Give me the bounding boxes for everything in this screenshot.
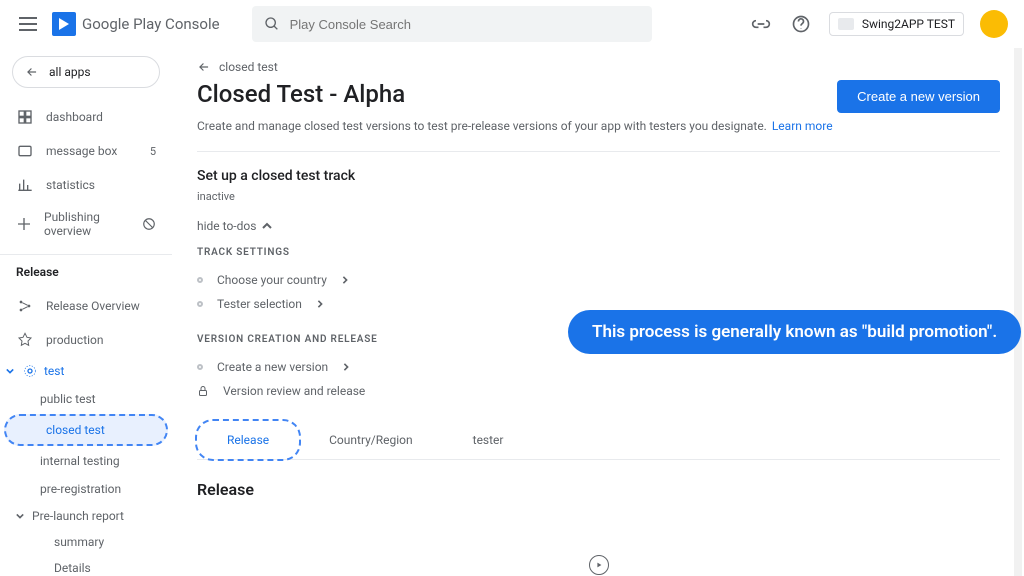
sidebar-item-public-test[interactable]: public test bbox=[0, 385, 172, 413]
app-header: Google Play Console Swing2APP TEST bbox=[0, 0, 1024, 48]
inbox-icon bbox=[16, 142, 34, 160]
create-version-button[interactable]: Create a new version bbox=[837, 80, 1000, 113]
arrow-left-icon bbox=[197, 60, 211, 74]
avatar[interactable] bbox=[980, 10, 1008, 38]
todo-label: Tester selection bbox=[217, 297, 302, 311]
dashboard-icon bbox=[16, 108, 34, 126]
sidebar: all apps dashboard message box 5 statist… bbox=[0, 48, 172, 576]
sidebar-item-label: Release Overview bbox=[46, 299, 140, 313]
todo-label: Version review and release bbox=[223, 384, 365, 398]
sidebar-item-statistics[interactable]: statistics bbox=[0, 168, 172, 202]
sidebar-item-internal-testing[interactable]: internal testing bbox=[0, 447, 172, 475]
overview-icon bbox=[16, 297, 34, 315]
tabs: Release Country/Region tester bbox=[197, 421, 1000, 460]
product-logo[interactable]: Google Play Console bbox=[52, 12, 220, 36]
todo-review-release: Version review and release bbox=[197, 379, 1000, 403]
header-actions: Swing2APP TEST bbox=[749, 10, 1008, 38]
link-icon[interactable] bbox=[749, 12, 773, 36]
user-name: Swing2APP TEST bbox=[862, 17, 955, 31]
search-bar[interactable] bbox=[252, 6, 652, 42]
message-count-badge: 5 bbox=[150, 145, 156, 158]
tab-tester[interactable]: tester bbox=[443, 421, 534, 459]
chevron-right-icon bbox=[341, 276, 349, 284]
breadcrumb[interactable]: closed test bbox=[197, 60, 1000, 74]
lock-icon bbox=[197, 384, 209, 398]
release-section-header: Release bbox=[0, 254, 172, 289]
sidebar-item-message-box[interactable]: message box 5 bbox=[0, 134, 172, 168]
tab-country[interactable]: Country/Region bbox=[299, 421, 443, 459]
sidebar-item-test[interactable]: test bbox=[0, 357, 172, 385]
main-content: closed test Closed Test - Alpha Create a… bbox=[172, 48, 1024, 576]
chevron-down-icon bbox=[6, 367, 16, 375]
sidebar-item-pre-registration[interactable]: pre-registration bbox=[0, 475, 172, 503]
flask-icon bbox=[22, 363, 38, 379]
circle-icon bbox=[197, 301, 203, 307]
sidebar-item-production[interactable]: production bbox=[0, 323, 172, 357]
sidebar-item-label: statistics bbox=[46, 178, 95, 192]
page-title: Closed Test - Alpha bbox=[197, 80, 405, 108]
user-badge[interactable]: Swing2APP TEST bbox=[829, 12, 964, 36]
all-apps-button[interactable]: all apps bbox=[12, 56, 160, 88]
sidebar-item-label: Publishing overview bbox=[44, 210, 130, 238]
play-console-icon bbox=[52, 12, 76, 36]
sidebar-item-label: message box bbox=[46, 144, 117, 158]
todos-toggle[interactable]: hide to-dos bbox=[197, 219, 1000, 233]
track-status: inactive bbox=[197, 190, 1000, 203]
tab-release[interactable]: Release bbox=[197, 421, 299, 459]
callout-bubble: This process is generally known as "buil… bbox=[568, 310, 1021, 354]
play-circle-icon bbox=[589, 555, 609, 575]
release-heading: Release bbox=[197, 480, 1000, 499]
sidebar-item-label: production bbox=[46, 333, 104, 347]
arrow-left-icon bbox=[25, 65, 39, 79]
scrollbar[interactable] bbox=[1014, 48, 1022, 576]
production-icon bbox=[16, 331, 34, 349]
setup-title: Set up a closed test track bbox=[197, 168, 1000, 184]
sidebar-item-dashboard[interactable]: dashboard bbox=[0, 100, 172, 134]
sidebar-item-summary[interactable]: summary bbox=[0, 529, 172, 555]
todo-create-version[interactable]: Create a new version bbox=[197, 355, 1000, 379]
chevron-right-icon bbox=[316, 300, 324, 308]
all-apps-label: all apps bbox=[49, 65, 91, 79]
stats-icon bbox=[16, 176, 34, 194]
breadcrumb-label: closed test bbox=[219, 60, 278, 74]
tab-label: Release bbox=[227, 433, 269, 447]
help-icon[interactable] bbox=[789, 12, 813, 36]
learn-more-link[interactable]: Learn more bbox=[772, 119, 833, 133]
sidebar-item-details[interactable]: Details bbox=[0, 555, 172, 576]
sidebar-item-release-overview[interactable]: Release Overview bbox=[0, 289, 172, 323]
sidebar-item-label: test bbox=[44, 364, 64, 378]
page-description: Create and manage closed test versions t… bbox=[197, 119, 1000, 133]
sidebar-item-label: dashboard bbox=[46, 110, 103, 124]
chevron-down-icon bbox=[16, 512, 26, 520]
track-settings-heading: TRACK SETTINGS bbox=[197, 247, 1000, 258]
search-icon bbox=[264, 16, 280, 32]
search-input[interactable] bbox=[290, 17, 640, 32]
todo-label: Choose your country bbox=[217, 273, 327, 287]
chevron-right-icon bbox=[342, 363, 350, 371]
divider bbox=[197, 151, 1000, 152]
sidebar-item-publishing-overview[interactable]: Publishing overview bbox=[0, 202, 172, 246]
publishing-disabled-icon bbox=[142, 217, 156, 231]
sidebar-item-closed-test[interactable]: closed test bbox=[4, 414, 168, 446]
todo-choose-country[interactable]: Choose your country bbox=[197, 268, 1000, 292]
todos-toggle-label: hide to-dos bbox=[197, 219, 256, 233]
todo-label: Create a new version bbox=[217, 360, 328, 374]
sidebar-item-prelaunch[interactable]: Pre-launch report bbox=[0, 503, 172, 529]
app-thumb-icon bbox=[838, 18, 854, 30]
chevron-up-icon bbox=[262, 221, 272, 231]
circle-icon bbox=[197, 277, 203, 283]
product-name: Google Play Console bbox=[82, 15, 220, 33]
release-empty-state: no version Create a new version bbox=[197, 505, 1000, 576]
sidebar-item-label: Pre-launch report bbox=[32, 509, 124, 523]
circle-icon bbox=[197, 364, 203, 370]
hamburger-menu-icon[interactable] bbox=[16, 12, 40, 36]
publishing-icon bbox=[16, 215, 32, 233]
